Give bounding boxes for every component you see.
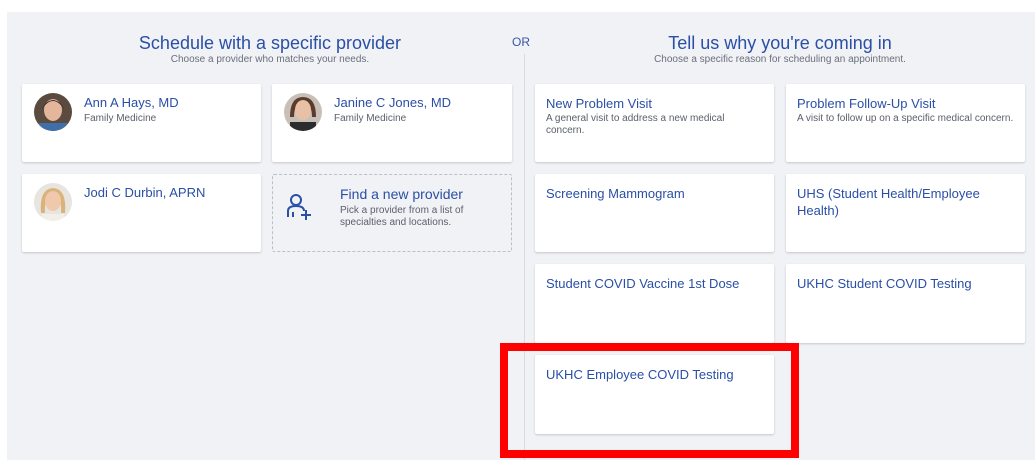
find-provider-description: Pick a provider from a list of specialti… — [340, 205, 464, 228]
provider-specialty: Family Medicine — [334, 113, 407, 124]
provider-photo — [284, 93, 322, 131]
find-provider-title: Find a new provider — [340, 186, 463, 202]
highlight-box — [500, 343, 799, 458]
reason-card-problem-follow-up[interactable]: Problem Follow-Up Visit A visit to follo… — [786, 84, 1025, 162]
provider-photo — [34, 93, 72, 131]
provider-section-subtitle: Choose a provider who matches your needs… — [170, 54, 370, 65]
provider-card-ann-hays[interactable]: Ann A Hays, MD Family Medicine — [22, 84, 261, 162]
reason-card-uhs[interactable]: UHS (Student Health/Employee Health) — [786, 174, 1025, 252]
reason-title: UHS (Student Health/Employee Health) — [797, 186, 980, 218]
reason-description: A general visit to address a new medical… — [546, 113, 725, 136]
reason-description: A visit to follow up on a specific medic… — [797, 113, 1014, 124]
add-provider-icon — [287, 194, 311, 220]
provider-photo — [34, 183, 72, 221]
reason-card-screening-mammogram[interactable]: Screening Mammogram — [535, 174, 774, 252]
reason-title: Student COVID Vaccine 1st Dose — [546, 276, 740, 291]
reason-section-heading: Tell us why you're coming in Choose a sp… — [590, 32, 970, 66]
provider-name: Jodi C Durbin, APRN — [84, 185, 206, 200]
reason-title: New Problem Visit — [546, 96, 652, 111]
reason-card-new-problem-visit[interactable]: New Problem Visit A general visit to add… — [535, 84, 774, 162]
provider-card-jodi-durbin[interactable]: Jodi C Durbin, APRN — [22, 174, 261, 252]
reason-card-student-covid-vaccine[interactable]: Student COVID Vaccine 1st Dose — [535, 264, 774, 343]
provider-section-title: Schedule with a specific provider — [138, 33, 402, 53]
reason-section-title: Tell us why you're coming in — [668, 33, 892, 53]
provider-section-heading: Schedule with a specific provider Choose… — [80, 32, 460, 66]
provider-specialty: Family Medicine — [84, 113, 157, 124]
find-new-provider-card[interactable]: Find a new provider Pick a provider from… — [272, 174, 512, 252]
or-label: OR — [512, 35, 530, 49]
provider-card-janine-jones[interactable]: Janine C Jones, MD Family Medicine — [272, 84, 512, 162]
reason-card-student-covid-testing[interactable]: UKHC Student COVID Testing — [786, 264, 1025, 343]
provider-name: Janine C Jones, MD — [334, 95, 452, 110]
reason-title: Screening Mammogram — [546, 186, 685, 201]
reason-title: UKHC Student COVID Testing — [797, 276, 972, 291]
provider-name: Ann A Hays, MD — [84, 95, 179, 110]
reason-section-subtitle: Choose a specific reason for scheduling … — [654, 54, 906, 65]
reason-title: Problem Follow-Up Visit — [797, 96, 936, 111]
